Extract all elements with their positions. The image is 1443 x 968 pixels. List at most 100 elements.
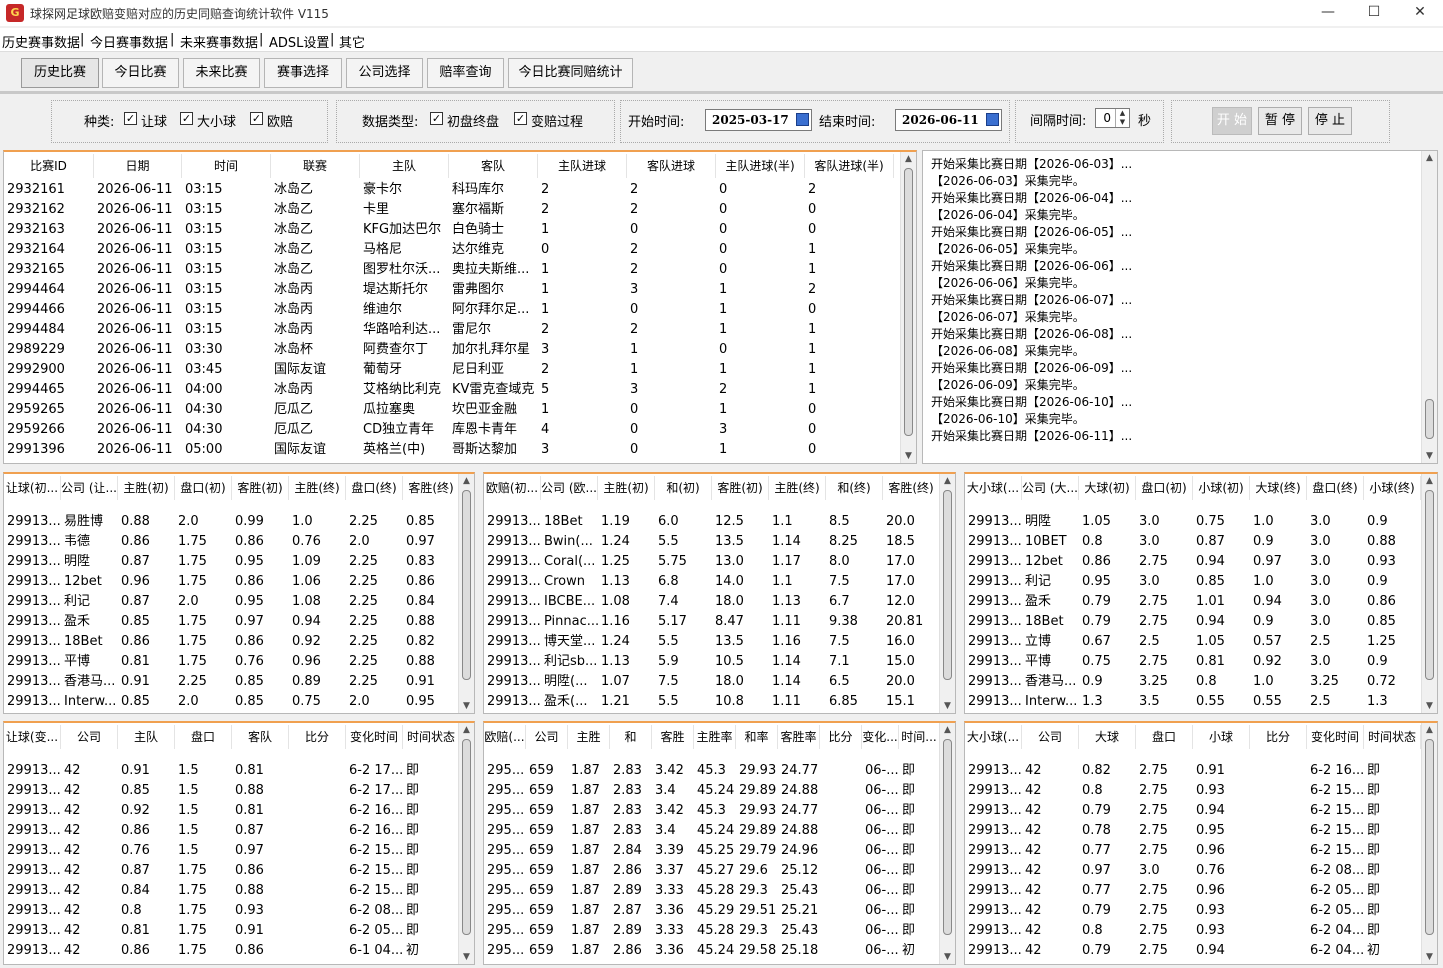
table-row[interactable]: 29913... 盈禾 0.85 1.75 0.97 0.94 2.25 0.88 [4, 612, 460, 632]
column-header[interactable]: 时间状态 [403, 725, 460, 749]
table-row[interactable]: 29913... 明陞(... 1.07 7.5 18.0 1.14 6.5 20.0 [484, 672, 940, 692]
vertical-scrollbar[interactable]: ▲ ▼ [1421, 474, 1437, 713]
scroll-down-icon[interactable]: ▼ [901, 449, 916, 463]
column-header[interactable]: 日期 [94, 154, 182, 178]
minimize-button[interactable]: — [1305, 0, 1351, 26]
open-close-checkbox[interactable]: ✓ [430, 112, 443, 125]
menu-item[interactable]: 未来赛事数据 [180, 32, 258, 51]
column-header[interactable]: 变化... [862, 725, 899, 749]
calendar-icon[interactable] [986, 113, 999, 126]
column-header[interactable]: 和(终) [826, 476, 883, 500]
start-button[interactable]: 开 始 [1212, 107, 1252, 135]
table-row[interactable]: 2994466 2026-06-11 03:15 冰岛丙 维迪尔 阿尔拜尔足... 1 0 1 0 [4, 300, 900, 320]
menu-item[interactable]: ADSL设置 [269, 32, 329, 51]
menu-item[interactable]: 历史赛事数据 [2, 32, 80, 51]
table-row[interactable]: 2959266 2026-06-11 04:30 厄瓜乙 CD独立青年 库恩卡青年 4 0 3 0 [4, 420, 900, 440]
table-row[interactable]: 29913... 42 0.8 1.75 0.93 6-2 08... 即 [4, 901, 460, 921]
scrollbar-thumb[interactable] [943, 739, 952, 935]
table-row[interactable]: 29913... 18Bet 0.79 2.75 0.94 0.9 3.0 0.85 [965, 612, 1421, 632]
table-row[interactable]: 29913... 明陞 0.87 1.75 0.95 1.09 2.25 0.83 [4, 552, 460, 572]
column-header[interactable]: 和 [610, 725, 652, 749]
table-row[interactable]: 295... 659 1.87 2.86 3.36 45.24 29.58 25.18 06-.… [484, 941, 940, 961]
column-header[interactable]: 主队 [118, 725, 175, 749]
scroll-up-icon[interactable]: ▲ [940, 474, 955, 488]
column-header[interactable]: 欧赔(... [484, 725, 526, 749]
table-row[interactable]: 2932162 2026-06-11 03:15 冰岛乙 卡里 塞尔福斯 2 2 0 0 [4, 200, 900, 220]
spinner-arrows-icon[interactable]: ▲ ▼ [1115, 109, 1129, 127]
table-row[interactable]: 295... 659 1.87 2.87 3.36 45.29 29.51 25.21 06-.… [484, 901, 940, 921]
column-header[interactable]: 和率 [736, 725, 778, 749]
scroll-up-icon[interactable]: ▲ [940, 723, 955, 737]
pause-button[interactable]: 暂 停 [1258, 107, 1302, 135]
scrollbar-thumb[interactable] [904, 168, 913, 436]
table-row[interactable]: 29913... 12bet 0.86 2.75 0.94 0.97 3.0 0.93 [965, 552, 1421, 572]
table-row[interactable]: 295... 659 1.87 2.89 3.33 45.28 29.3 25.43 06-..… [484, 921, 940, 941]
table-row[interactable]: 29913... 42 0.86 1.5 0.87 6-2 16... 即 [4, 821, 460, 841]
close-button[interactable]: ✕ [1397, 0, 1443, 26]
table-row[interactable]: 29913... IBCBE... 1.08 7.4 18.0 1.13 6.7 12.0 [484, 592, 940, 612]
table-row[interactable]: 29913... Bwin(... 1.24 5.5 13.5 1.14 8.25 18.5 [484, 532, 940, 552]
scroll-down-icon[interactable]: ▼ [459, 699, 474, 713]
table-row[interactable]: 29913... 香港马... 0.91 2.25 0.85 0.89 2.25 0.91 [4, 672, 460, 692]
column-header[interactable]: 让球(初... [4, 476, 61, 500]
scrollbar-thumb[interactable] [1425, 399, 1434, 439]
table-row[interactable]: 29913... Coral(... 1.25 5.75 13.0 1.17 8.0 17.0 [484, 552, 940, 572]
table-row[interactable]: 29913... 平博 0.75 2.75 0.81 0.92 3.0 0.9 [965, 652, 1421, 672]
tab-history-matches[interactable]: 历史比赛 [21, 58, 99, 88]
start-date-picker[interactable]: 2025-03-17 [705, 109, 812, 131]
column-header[interactable]: 盘口(终) [1307, 476, 1364, 500]
table-row[interactable]: 29913... 42 0.79 2.75 0.93 6-2 05... 即 [965, 901, 1421, 921]
column-header[interactable]: 公司 (欧... [541, 476, 598, 500]
over-under-checkbox[interactable]: ✓ [180, 112, 193, 125]
column-header[interactable]: 盘口 [1136, 725, 1193, 749]
table-row[interactable]: 29913... 利记 0.87 2.0 0.95 1.08 2.25 0.84 [4, 592, 460, 612]
table-row[interactable]: 29913... 42 0.87 1.75 0.86 6-2 15... 即 [4, 861, 460, 881]
vertical-scrollbar[interactable]: ▲ ▼ [1421, 723, 1437, 964]
column-header[interactable]: 客胜 [652, 725, 694, 749]
column-header[interactable]: 公司 (让... [61, 476, 118, 500]
tab-future-matches[interactable]: 未来比赛 [183, 58, 260, 88]
table-row[interactable]: 2932164 2026-06-11 03:15 冰岛乙 马格尼 达尔维克 0 2 0 1 [4, 240, 900, 260]
column-header[interactable]: 主队 [360, 154, 449, 178]
scrollbar-thumb[interactable] [462, 739, 471, 935]
handicap-checkbox[interactable]: ✓ [124, 112, 137, 125]
table-row[interactable]: 2989229 2026-06-11 03:30 冰岛杯 阿费查尔丁 加尔扎拜尔星 3 1 0 1 [4, 340, 900, 360]
scroll-up-icon[interactable]: ▲ [1422, 151, 1437, 165]
table-row[interactable]: 2932163 2026-06-11 03:15 冰岛乙 KFG加达巴尔 白色骑士 1 0 0 0 [4, 220, 900, 240]
tab-match-select[interactable]: 赛事选择 [264, 58, 342, 88]
vertical-scrollbar[interactable]: ▲ ▼ [458, 723, 474, 964]
scrollbar-thumb[interactable] [943, 490, 952, 680]
scroll-down-icon[interactable]: ▼ [459, 950, 474, 964]
table-row[interactable]: 29913... 42 0.76 1.5 0.97 6-2 15... 即 [4, 841, 460, 861]
scroll-up-icon[interactable]: ▲ [1422, 723, 1437, 737]
column-header[interactable]: 盘口(初) [1136, 476, 1193, 500]
scrollbar-thumb[interactable] [1425, 739, 1434, 935]
table-row[interactable]: 29913... 42 0.82 2.75 0.91 6-2 16... 即 [965, 761, 1421, 781]
column-header[interactable]: 主胜(终) [289, 476, 346, 500]
table-row[interactable]: 29913... 盈禾 0.79 2.75 1.01 0.94 3.0 0.86 [965, 592, 1421, 612]
table-row[interactable]: 29913... Interw... 1.3 3.5 0.55 0.55 2.5 1.3 [965, 692, 1421, 712]
table-row[interactable]: 29913... 香港马... 0.9 3.25 0.8 1.0 3.25 0.72 [965, 672, 1421, 692]
column-header[interactable]: 主队进球 [538, 154, 627, 178]
scroll-up-icon[interactable]: ▲ [459, 474, 474, 488]
column-header[interactable]: 客队 [232, 725, 289, 749]
column-header[interactable]: 主胜(终) [769, 476, 826, 500]
table-row[interactable]: 29913... 博天堂... 1.24 5.5 13.5 1.16 7.5 16.0 [484, 632, 940, 652]
column-header[interactable]: 客胜(初) [232, 476, 289, 500]
column-header[interactable]: 客队进球(半) [805, 154, 894, 178]
vertical-scrollbar[interactable]: ▲ ▼ [939, 723, 955, 964]
column-header[interactable]: 公司 [1022, 725, 1079, 749]
table-row[interactable]: 2994484 2026-06-11 03:15 冰岛丙 华路哈利达... 雷尼尔 2 2 1 1 [4, 320, 900, 340]
column-header[interactable]: 客胜(初) [712, 476, 769, 500]
table-row[interactable]: 2994465 2026-06-11 04:00 冰岛丙 艾格纳比利克 KV雷克查域克 5 3… [4, 380, 900, 400]
column-header[interactable]: 小球 [1193, 725, 1250, 749]
table-row[interactable]: 29913... 利记 0.95 3.0 0.85 1.0 3.0 0.9 [965, 572, 1421, 592]
tab-today-matches[interactable]: 今日比赛 [102, 58, 179, 88]
column-header[interactable]: 盘口 [175, 725, 232, 749]
column-header[interactable]: 公司 [526, 725, 568, 749]
table-row[interactable]: 29913... 42 0.79 2.75 0.94 6-2 04... 初 [965, 941, 1421, 961]
tab-today-same-odds-stats[interactable]: 今日比赛同赔统计 [508, 58, 633, 88]
euro-odds-checkbox[interactable]: ✓ [250, 112, 263, 125]
column-header[interactable]: 主胜率 [694, 725, 736, 749]
table-row[interactable]: 295... 659 1.87 2.89 3.33 45.28 29.3 25.43 06-..… [484, 881, 940, 901]
